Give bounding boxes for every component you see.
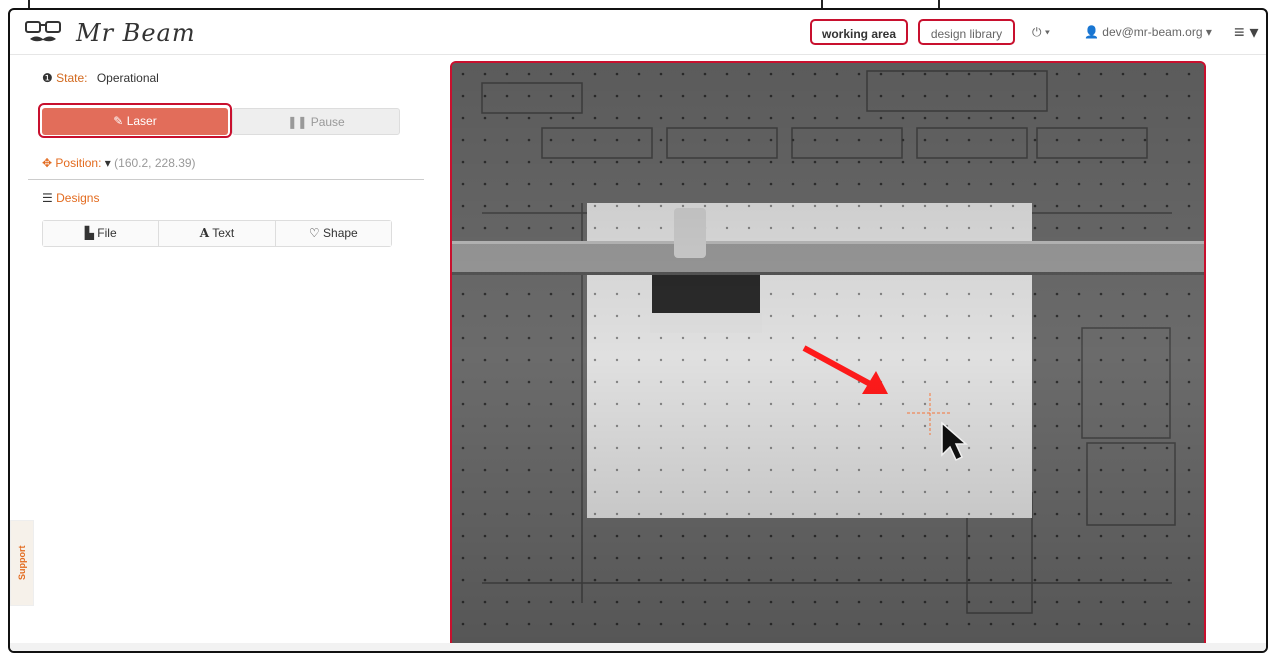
text-icon: A xyxy=(199,226,210,240)
position-display[interactable]: ✥ Position: ▾ (160.2, 228.39) xyxy=(42,156,196,170)
laser-pen-icon: ✎ xyxy=(113,114,124,128)
caret-down-icon: ▾ xyxy=(104,156,111,170)
text-button-label: Text xyxy=(212,226,235,240)
bottom-bar xyxy=(10,643,1266,651)
user-menu[interactable]: 👤 dev@mr-beam.org ▾ xyxy=(1084,19,1244,45)
power-menu[interactable]: ⏻ ▾ xyxy=(1032,19,1062,45)
file-button[interactable]: ▙ File xyxy=(43,221,160,246)
text-button[interactable]: A Text xyxy=(159,221,276,246)
pause-button-label: Pause xyxy=(310,115,345,129)
shape-button-label: Shape xyxy=(323,226,358,240)
top-navbar: Mr Beam working area design library ⏻ ▾ … xyxy=(10,10,1266,55)
pause-button[interactable]: ❚❚ Pause xyxy=(232,108,400,135)
file-button-label: File xyxy=(97,226,117,240)
app-window: Mr Beam working area design library ⏻ ▾ … xyxy=(8,8,1268,653)
heart-icon: ♡ xyxy=(308,226,320,240)
camera-image xyxy=(452,63,1204,649)
state-value: Operational xyxy=(96,71,159,85)
position-label: Position: xyxy=(55,156,102,170)
position-value: (160.2, 228.39) xyxy=(114,156,196,170)
working-area-camera-view[interactable] xyxy=(450,61,1206,651)
glasses-mustache-icon xyxy=(25,21,61,42)
nav-working-area[interactable]: working area xyxy=(810,19,908,45)
support-tab[interactable]: Support xyxy=(10,520,34,606)
design-add-buttons: ▙ File A Text ♡ Shape xyxy=(42,220,392,247)
crosshair-icon: ✥ xyxy=(42,156,53,170)
hamburger-menu-icon[interactable]: ≡ ▾ xyxy=(1234,19,1264,45)
file-icon: ▙ xyxy=(84,226,94,240)
sidebar-divider xyxy=(28,179,424,180)
info-icon: ❶ xyxy=(42,71,53,85)
shape-button[interactable]: ♡ Shape xyxy=(275,221,391,246)
pause-icon: ❚❚ xyxy=(287,115,308,129)
list-icon: ☰ xyxy=(42,191,53,205)
designs-label: Designs xyxy=(56,191,100,205)
designs-header: ☰ Designs xyxy=(42,191,99,205)
laser-button-label: Laser xyxy=(126,114,157,128)
state-label: State: xyxy=(56,71,88,85)
nav-design-library[interactable]: design library xyxy=(918,19,1015,45)
logo-text: Mr Beam xyxy=(76,19,196,47)
laser-button[interactable]: ✎ Laser xyxy=(42,108,228,135)
machine-state: ❶ State: Operational xyxy=(42,71,159,85)
logo: Mr Beam xyxy=(24,16,234,50)
